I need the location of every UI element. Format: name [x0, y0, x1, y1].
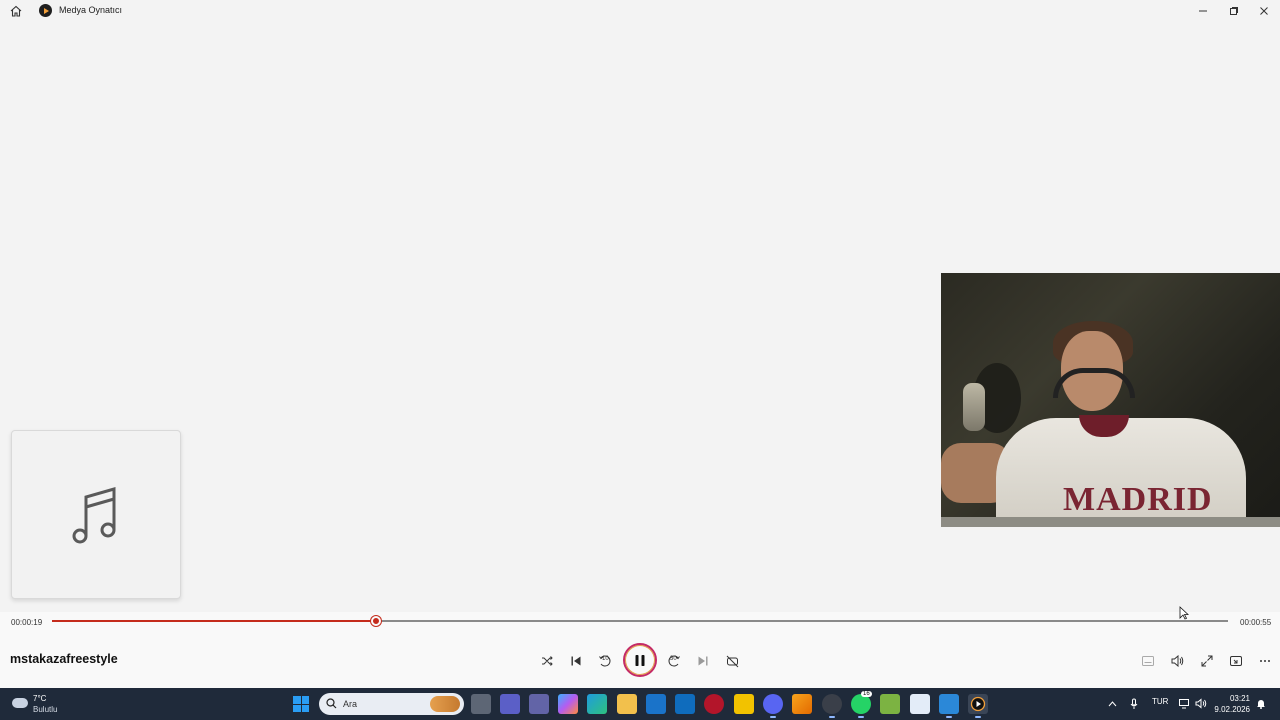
desk [941, 517, 1280, 527]
forward-30-label: 30 [670, 656, 677, 662]
window-title: Medya Oynatıcı [59, 5, 123, 15]
subtitles-icon [1142, 656, 1154, 666]
taskbar-clock[interactable]: 03:21 9.02.2026 [1212, 693, 1250, 715]
media-player-taskbar-icon[interactable] [968, 694, 988, 718]
teams-meet-icon[interactable] [500, 694, 520, 714]
elapsed-time: 00:00:19 [11, 618, 43, 627]
search-highlight-image [430, 696, 460, 712]
title-bar: Medya Oynatıcı [0, 0, 1280, 22]
music-note-icon [72, 486, 116, 543]
repeat-off-icon [726, 655, 738, 667]
clock-time: 03:21 [1229, 694, 1250, 703]
copilot-icon[interactable] [558, 694, 578, 714]
album-art[interactable] [11, 430, 181, 599]
playback-controls: 00:00:19 00:00:55 mstakazafreestyle 10 3… [0, 612, 1280, 688]
teams-icon[interactable] [529, 694, 549, 714]
previous-icon [571, 656, 581, 666]
windows-logo-tile [301, 696, 309, 704]
microphone-icon[interactable] [1130, 698, 1138, 710]
miniplayer-button[interactable] [1225, 650, 1247, 672]
file-explorer-icon[interactable] [617, 694, 637, 714]
cloud-icon [12, 698, 28, 708]
windows-logo-tile [301, 704, 309, 712]
network-icon[interactable] [1179, 698, 1190, 709]
next-icon [698, 656, 708, 666]
speaker-icon[interactable] [1195, 698, 1207, 709]
edge-icon[interactable] [587, 694, 607, 714]
shuffle-button[interactable] [536, 650, 558, 672]
weather-temperature[interactable]: 7°C [33, 694, 46, 703]
volume-button[interactable] [1166, 650, 1188, 672]
search-icon [326, 698, 337, 709]
volume-icon [1171, 655, 1183, 667]
android-app-icon[interactable] [880, 694, 900, 714]
rewind-10-button[interactable]: 10 [594, 650, 616, 672]
close-button[interactable] [1249, 0, 1279, 22]
opera-gx-icon[interactable] [704, 694, 724, 714]
media-player-app-icon [39, 4, 52, 17]
taskbar: 7°C Bulutlu Ara 16 TUR 03:21 9.02.2026 [0, 688, 1280, 720]
restore-button[interactable] [1219, 0, 1249, 22]
fullscreen-icon [1201, 655, 1213, 667]
shuffle-icon [542, 656, 553, 666]
rewind-10-label: 10 [602, 656, 609, 662]
previous-button[interactable] [565, 650, 587, 672]
steam-icon[interactable] [822, 694, 842, 718]
clock-date: 9.02.2026 [1214, 705, 1250, 714]
weather-description[interactable]: Bulutlu [33, 705, 57, 714]
shirt-text: MADRID [1063, 481, 1213, 518]
restore-icon [1230, 7, 1238, 15]
discord-icon[interactable] [763, 694, 783, 718]
whatsapp-icon[interactable]: 16 [851, 691, 872, 718]
seek-thumb[interactable] [370, 616, 381, 626]
play-icon [970, 696, 986, 712]
seek-bar[interactable] [52, 616, 1228, 626]
store-icon[interactable] [675, 694, 695, 714]
home-icon[interactable] [9, 4, 23, 18]
photos-icon[interactable] [910, 694, 930, 714]
repeat-button[interactable] [721, 650, 743, 672]
fl-studio-icon[interactable] [792, 694, 812, 714]
forward-30-button[interactable]: 30 [663, 650, 685, 672]
close-icon [1260, 7, 1268, 15]
more-options-button[interactable] [1254, 650, 1276, 672]
miniplayer-icon [1230, 656, 1242, 666]
chevron-up-icon[interactable] [1108, 700, 1117, 708]
video-frame[interactable]: MADRID [941, 273, 1280, 527]
subtitles-button[interactable] [1137, 650, 1159, 672]
windows-logo-tile [293, 704, 301, 712]
pause-button[interactable] [623, 643, 657, 677]
language-indicator[interactable]: TUR [1152, 697, 1168, 706]
microphone [963, 383, 985, 431]
notepad-icon[interactable] [939, 694, 959, 718]
windows-logo-tile [293, 696, 301, 704]
taskbar-search[interactable]: Ara [319, 693, 464, 715]
whatsapp-badge: 16 [861, 691, 872, 697]
start-button[interactable] [293, 696, 309, 712]
total-duration: 00:00:55 [1240, 618, 1272, 627]
seek-bar-progress [52, 620, 376, 622]
song-title: mstakazafreestyle [10, 652, 118, 666]
mouse-cursor-icon [1179, 606, 1189, 620]
search-placeholder: Ara [343, 699, 358, 709]
minimize-icon [1199, 10, 1207, 12]
pause-icon [635, 654, 645, 666]
fullscreen-button[interactable] [1196, 650, 1218, 672]
mail-icon[interactable] [646, 694, 666, 714]
next-button[interactable] [692, 650, 714, 672]
rockstar-launcher-icon[interactable] [734, 694, 754, 714]
notification-bell-icon[interactable] [1256, 698, 1266, 709]
more-icon [1260, 660, 1270, 662]
task-view-icon[interactable] [471, 694, 491, 714]
minimize-button[interactable] [1188, 0, 1218, 22]
